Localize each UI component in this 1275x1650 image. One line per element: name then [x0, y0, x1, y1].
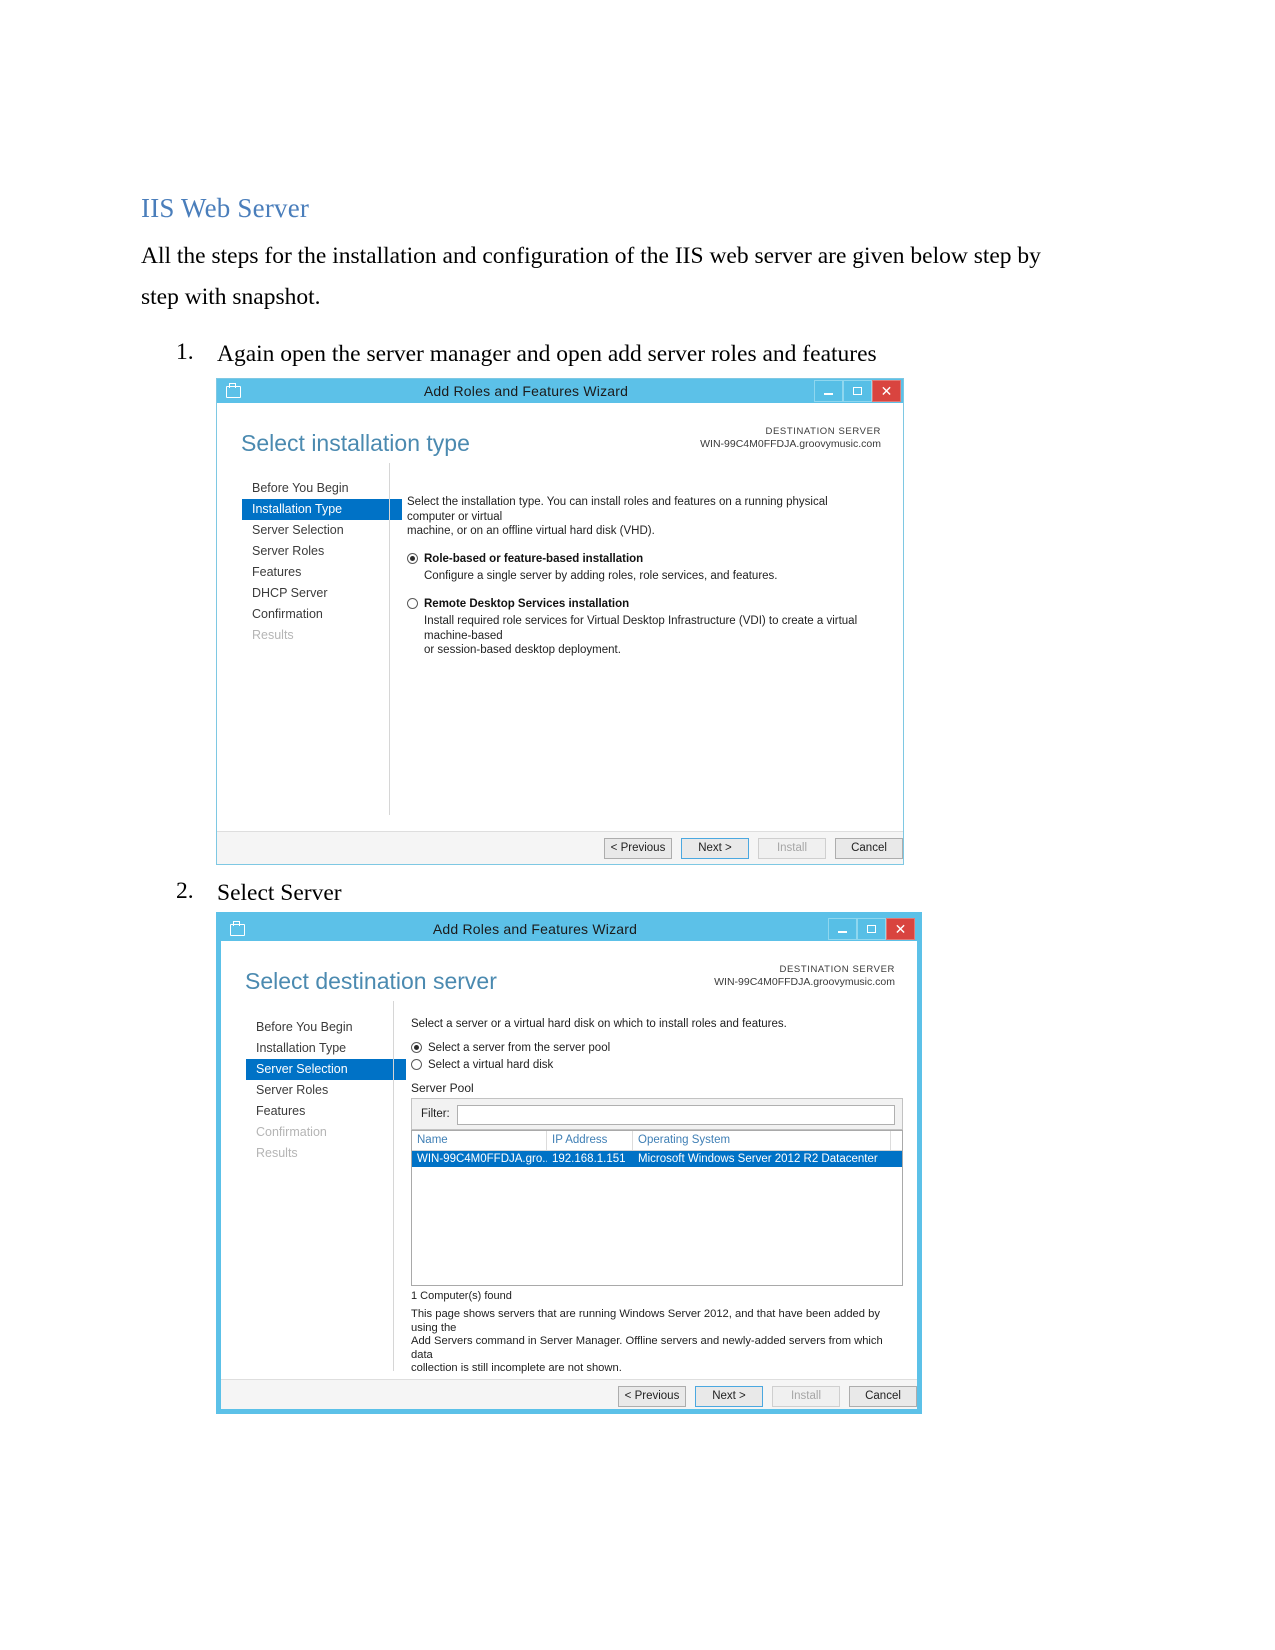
radio-server-pool-icon[interactable]: [411, 1041, 422, 1053]
wizard2-option2-label: Select a virtual hard disk: [428, 1058, 554, 1071]
wizard-app-icon: [225, 383, 241, 399]
wizard2-title: Add Roles and Features Wizard: [432, 921, 638, 937]
server-pool-description-line2: Add Servers command in Server Manager. O…: [411, 1335, 883, 1361]
wizard1-content: Select the installation type. You can in…: [407, 495, 877, 658]
close-button[interactable]: ✕: [872, 380, 901, 402]
wizard1-nav-dhcp-server[interactable]: DHCP Server: [242, 583, 402, 604]
wizard1-install-button: Install: [758, 837, 826, 859]
close-button[interactable]: ✕: [886, 918, 915, 940]
wizard2-nav-results: Results: [256, 1146, 298, 1160]
grid-column-name[interactable]: Name: [412, 1131, 547, 1150]
wizard2-footer: < Previous Next > Install Cancel: [221, 1379, 917, 1409]
wizard-app-icon: [229, 921, 245, 937]
wizard2-intro-line1: Select a server or a virtual hard disk o…: [411, 1018, 787, 1030]
wizard1-nav-features[interactable]: Features: [242, 562, 402, 583]
wizard1-body: Select installation type DESTINATION SER…: [217, 403, 903, 864]
grid-column-ip-address[interactable]: IP Address: [547, 1131, 633, 1150]
wizard1-option2-desc-line2: or session-based desktop deployment.: [424, 644, 621, 656]
wizard1-option1-label: Role-based or feature-based installation: [424, 552, 644, 565]
wizard1-next-button[interactable]: Next >: [681, 837, 749, 859]
wizard2-nav-server-roles[interactable]: Server Roles: [246, 1080, 406, 1101]
wizard1-footer: < Previous Next > Install Cancel: [217, 831, 903, 864]
computers-found-note: 1 Computer(s) found: [411, 1290, 512, 1302]
wizard2-option-server-pool[interactable]: Select a server from the server pool: [411, 1041, 896, 1054]
minimize-button[interactable]: [814, 380, 843, 402]
wizard1-title: Add Roles and Features Wizard: [423, 383, 629, 399]
server-pool-label: Server Pool: [411, 1081, 474, 1095]
step-2-text: Select Server: [217, 880, 342, 906]
wizard2-page-title: Select destination server: [245, 968, 497, 994]
maximize-button[interactable]: [843, 380, 872, 402]
wizard1-divider: [389, 463, 390, 815]
wizard1-destination-label: DESTINATION SERVER: [765, 426, 881, 437]
grid-header-row: Name IP Address Operating System: [412, 1131, 902, 1151]
wizard1-page-title: Select installation type: [241, 430, 470, 456]
grid-cell-ip-address: 192.168.1.151: [552, 1153, 626, 1165]
wizard1-titlebar: Add Roles and Features Wizard ✕: [217, 379, 903, 403]
wizard2-destination-server: WIN-99C4M0FFDJA.groovymusic.com: [714, 976, 895, 988]
wizard2-install-button: Install: [772, 1385, 840, 1407]
wizard1-option2-desc-line1: Install required role services for Virtu…: [424, 615, 858, 642]
server-pool-description-line3: collection is still incomplete are not s…: [411, 1362, 622, 1374]
maximize-button[interactable]: [857, 918, 886, 940]
wizard1-option-remote-desktop[interactable]: Remote Desktop Services installation: [407, 598, 877, 610]
wizard1-option1-desc: Configure a single server by adding role…: [424, 569, 778, 582]
wizard1-nav-confirmation[interactable]: Confirmation: [242, 604, 402, 625]
filter-bar: Filter:: [411, 1098, 903, 1130]
wizard2-nav-pane[interactable]: Before You Begin Installation Type Serve…: [246, 1017, 406, 1164]
radio-role-based-icon[interactable]: [407, 552, 418, 564]
wizard1-previous-button[interactable]: < Previous: [604, 837, 672, 859]
server-pool-grid[interactable]: Name IP Address Operating System WIN-99C…: [411, 1130, 903, 1286]
wizard1-window-controls: ✕: [814, 379, 903, 403]
wizard2-nav-server-selection[interactable]: Server Selection: [246, 1059, 406, 1080]
page-title: IIS Web Server: [141, 193, 310, 223]
wizard2-titlebar: Add Roles and Features Wizard ✕: [221, 917, 917, 941]
wizard2-option-virtual-hard-disk[interactable]: Select a virtual hard disk: [411, 1058, 896, 1071]
wizard1-nav-results: Results: [252, 628, 294, 642]
wizard2-nav-features[interactable]: Features: [246, 1101, 406, 1122]
filter-label: Filter:: [421, 1108, 450, 1120]
add-roles-wizard-server-selection[interactable]: Add Roles and Features Wizard ✕ Select d…: [216, 912, 922, 1414]
wizard1-cancel-button[interactable]: Cancel: [835, 837, 903, 859]
grid-cell-name: WIN-99C4M0FFDJA.gro...: [417, 1153, 547, 1165]
wizard2-previous-button[interactable]: < Previous: [618, 1385, 686, 1407]
wizard2-next-button[interactable]: Next >: [695, 1385, 763, 1407]
grid-column-operating-system[interactable]: Operating System: [633, 1131, 891, 1150]
server-pool-description: This page shows servers that are running…: [411, 1308, 903, 1376]
wizard2-nav-before-you-begin[interactable]: Before You Begin: [246, 1017, 406, 1038]
wizard1-nav-before-you-begin[interactable]: Before You Begin: [242, 478, 402, 499]
minimize-button[interactable]: [828, 918, 857, 940]
wizard1-option2-label: Remote Desktop Services installation: [424, 598, 630, 610]
add-roles-wizard-installation-type[interactable]: Add Roles and Features Wizard ✕ Select i…: [216, 378, 904, 865]
wizard2-divider: [393, 1001, 394, 1371]
intro-paragraph: All the steps for the installation and c…: [141, 243, 1041, 310]
wizard2-cancel-button[interactable]: Cancel: [849, 1385, 917, 1407]
wizard2-window-controls: ✕: [828, 917, 917, 941]
radio-virtual-hard-disk-icon[interactable]: [411, 1058, 422, 1070]
wizard1-nav-server-roles[interactable]: Server Roles: [242, 541, 402, 562]
wizard2-body: Select destination server DESTINATION SE…: [221, 941, 917, 1409]
wizard2-destination-label: DESTINATION SERVER: [779, 964, 895, 975]
step-1-text: Again open the server manager and open a…: [217, 341, 877, 367]
server-pool-description-line1: This page shows servers that are running…: [411, 1308, 880, 1334]
wizard1-option-role-based[interactable]: Role-based or feature-based installation: [407, 552, 877, 565]
document-page: IIS Web Server All the steps for the ins…: [0, 0, 1275, 1650]
wizard2-option1-label: Select a server from the server pool: [428, 1041, 611, 1054]
wizard1-nav-installation-type[interactable]: Installation Type: [242, 499, 402, 520]
table-row[interactable]: WIN-99C4M0FFDJA.gro... 192.168.1.151 Mic…: [412, 1151, 902, 1167]
wizard1-intro-line1: Select the installation type. You can in…: [407, 496, 828, 523]
wizard1-nav-pane[interactable]: Before You Begin Installation Type Serve…: [242, 478, 402, 646]
wizard1-nav-server-selection[interactable]: Server Selection: [242, 520, 402, 541]
step-2-number: 2.: [176, 878, 194, 904]
grid-cell-operating-system: Microsoft Windows Server 2012 R2 Datacen…: [638, 1153, 878, 1165]
wizard2-nav-confirmation: Confirmation: [256, 1125, 327, 1139]
wizard2-content: Select a server or a virtual hard disk o…: [411, 1017, 896, 1071]
radio-remote-desktop-icon[interactable]: [407, 598, 418, 609]
filter-input[interactable]: [457, 1105, 895, 1125]
wizard1-destination-server: WIN-99C4M0FFDJA.groovymusic.com: [700, 438, 881, 450]
wizard2-nav-installation-type[interactable]: Installation Type: [246, 1038, 406, 1059]
wizard1-intro-line2: machine, or on an offline virtual hard d…: [407, 525, 655, 537]
step-1-number: 1.: [176, 339, 194, 365]
